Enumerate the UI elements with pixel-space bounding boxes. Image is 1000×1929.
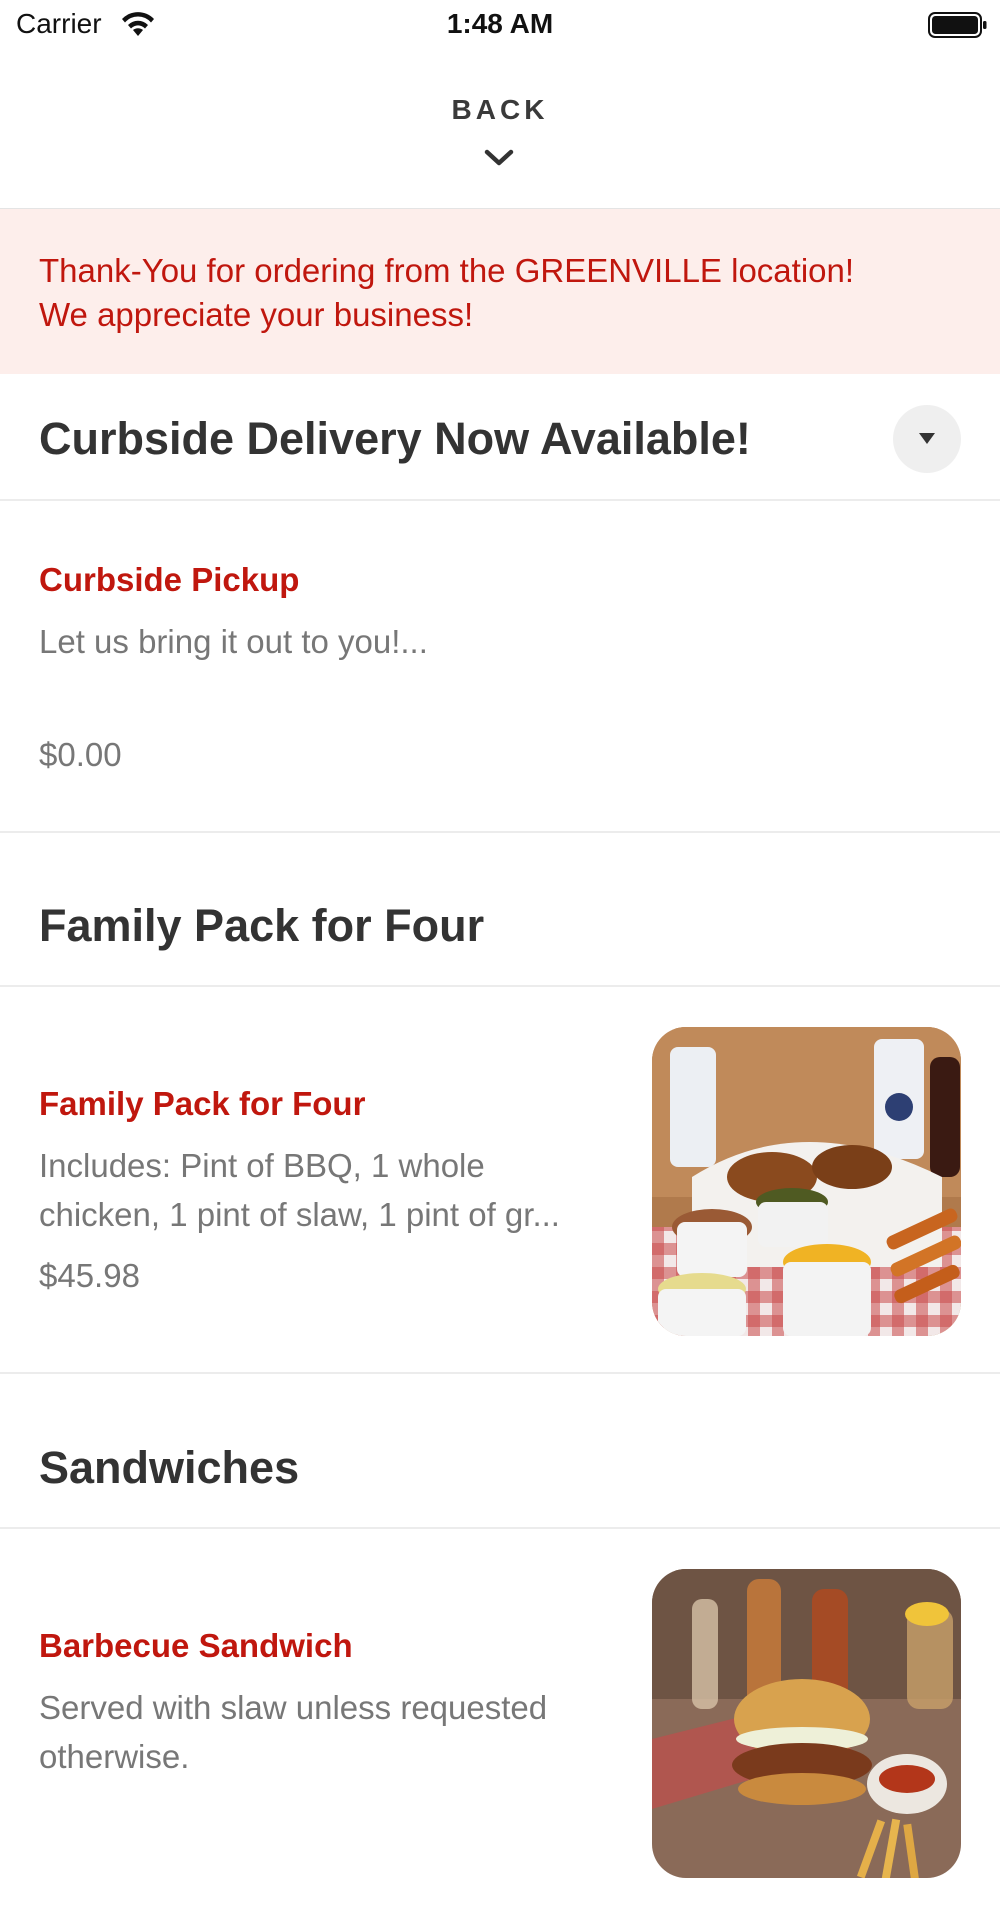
section-title: Family Pack for Four: [39, 900, 485, 951]
status-bar: Carrier 1:48 AM: [0, 0, 1000, 50]
back-button[interactable]: BACK: [0, 50, 1000, 209]
item-price: $0.00: [39, 736, 122, 773]
menu-item-curbside-pickup[interactable]: Curbside Pickup Let us bring it out to y…: [0, 501, 1000, 833]
item-description-line-1: Served with slaw unless requested: [39, 1689, 548, 1726]
item-description: Includes: Pint of BBQ, 1 whole chicken, …: [39, 1141, 619, 1239]
battery-icon: [928, 12, 987, 38]
menu-item-family-pack[interactable]: Family Pack for Four Includes: Pint of B…: [0, 987, 1000, 1374]
menu-item-barbecue-sandwich[interactable]: Barbecue Sandwich Served with slaw unles…: [0, 1529, 1000, 1929]
collapse-section-button[interactable]: [893, 405, 961, 473]
item-name: Barbecue Sandwich: [39, 1627, 353, 1664]
barbecue-sandwich-photo: [652, 1569, 961, 1878]
section-header-curbside: Curbside Delivery Now Available!: [0, 375, 1000, 501]
section-title: Curbside Delivery Now Available!: [39, 413, 751, 464]
section-header-family-pack: Family Pack for Four: [0, 833, 1000, 987]
status-time: 1:48 AM: [446, 8, 554, 39]
item-description: Let us bring it out to you!...: [39, 623, 428, 660]
item-price: $45.98: [39, 1257, 140, 1294]
notice-text: Thank-You for ordering from the GREENVIL…: [39, 249, 979, 337]
chevron-down-icon: [484, 149, 514, 166]
item-description-line-1: Includes: Pint of BBQ, 1 whole: [39, 1147, 485, 1184]
item-name: Curbside Pickup: [39, 561, 300, 598]
location-notice-banner: Thank-You for ordering from the GREENVIL…: [0, 209, 1000, 374]
section-header-sandwiches: Sandwiches: [0, 1374, 1000, 1529]
notice-line-1: Thank-You for ordering from the GREENVIL…: [39, 252, 855, 289]
caret-down-icon: [919, 433, 935, 444]
item-name: Family Pack for Four: [39, 1085, 366, 1122]
notice-line-2: We appreciate your business!: [39, 296, 474, 333]
item-description-line-2: otherwise.: [39, 1738, 190, 1775]
item-description-line-2: chicken, 1 pint of slaw, 1 pint of gr...: [39, 1196, 560, 1233]
back-label: BACK: [451, 94, 549, 125]
family-pack-photo: [652, 1027, 961, 1336]
section-title: Sandwiches: [39, 1442, 300, 1493]
item-description: Served with slaw unless requested otherw…: [39, 1683, 619, 1781]
